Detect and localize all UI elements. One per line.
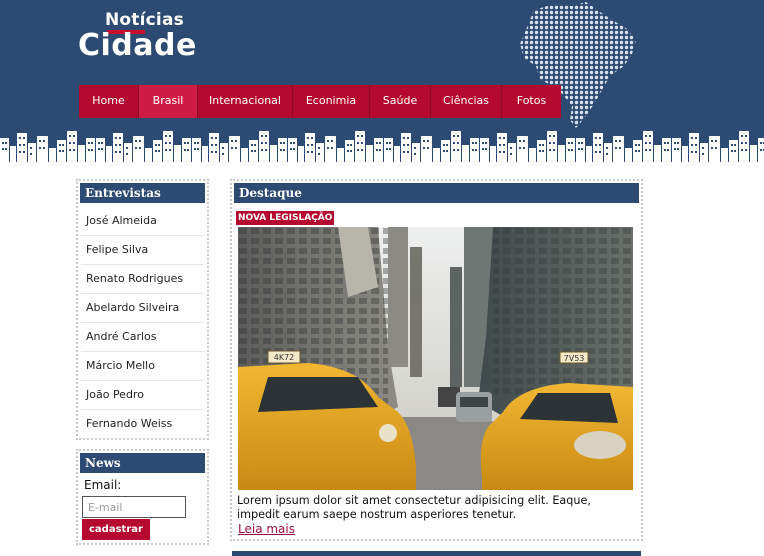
- featured-title: Destaque: [234, 183, 639, 203]
- interview-link[interactable]: Márcio Mello: [81, 352, 204, 381]
- interviews-panel: Entrevistas José Almeida Felipe Silva Re…: [76, 179, 209, 440]
- taxi-plate-left: 4K72: [274, 353, 295, 362]
- interview-link[interactable]: Renato Rodrigues: [81, 265, 204, 294]
- nav-saude[interactable]: Saúde: [370, 85, 431, 118]
- interview-link[interactable]: João Pedro: [81, 381, 204, 410]
- newsletter-title: News: [80, 453, 205, 473]
- subscribe-button[interactable]: cadastrar: [82, 519, 150, 540]
- email-field[interactable]: [82, 496, 186, 518]
- interviews-title: Entrevistas: [80, 183, 205, 203]
- featured-photo[interactable]: 4K72 7V53: [238, 227, 633, 490]
- nav-ciencias[interactable]: Ciências: [431, 85, 502, 118]
- article-excerpt: Lorem ipsum dolor sit amet consectetur a…: [237, 494, 591, 521]
- site-logo[interactable]: Notícias Cidade: [78, 10, 198, 66]
- nav-internacional[interactable]: Internacional: [198, 85, 293, 118]
- skyline-decoration: [0, 128, 764, 168]
- newsletter-panel: News Email: cadastrar: [76, 449, 209, 545]
- interview-link[interactable]: André Carlos: [81, 323, 204, 352]
- interviews-list: José Almeida Felipe Silva Renato Rodrigu…: [81, 207, 204, 439]
- interview-link[interactable]: José Almeida: [81, 207, 204, 236]
- nav-home[interactable]: Home: [79, 85, 139, 118]
- interview-link[interactable]: Fernando Weiss: [81, 410, 204, 439]
- nav-fotos[interactable]: Fotos: [502, 85, 561, 118]
- nav-economia[interactable]: Econimia: [293, 85, 370, 118]
- nav-brasil[interactable]: Brasil: [139, 85, 198, 118]
- interview-link[interactable]: Felipe Silva: [81, 236, 204, 265]
- interview-link[interactable]: Abelardo Silveira: [81, 294, 204, 323]
- logo-small-text: Notícias: [105, 10, 184, 30]
- email-label: Email:: [84, 478, 122, 492]
- featured-panel: Destaque NOVA LEGISLAÇÃO 4K72 7V53 Lorem…: [230, 179, 643, 541]
- next-section-header: [232, 551, 641, 556]
- site-header: Notícias Cidade Home Brasil Internaciona…: [0, 0, 764, 168]
- taxi-plate-right: 7V53: [564, 354, 585, 363]
- logo-big-text: Cidade: [78, 28, 197, 63]
- category-tag[interactable]: NOVA LEGISLAÇÃO: [236, 211, 335, 225]
- read-more-link[interactable]: Leia mais: [238, 522, 295, 536]
- main-nav: Home Brasil Internacional Econimia Saúde…: [79, 85, 561, 118]
